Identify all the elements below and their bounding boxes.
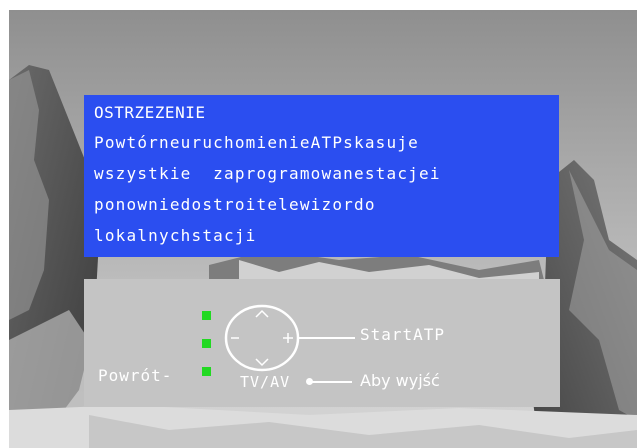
start-atp-label: StartATP: [360, 325, 446, 344]
warning-message-line-1: PowtórneuruchomienieATPskasuje: [94, 133, 419, 152]
warning-dialog: OSTRZEZENIE PowtórneuruchomienieATPskasu…: [84, 95, 559, 257]
warning-message-line-3: ponowniedostroitelewizordo: [94, 195, 376, 214]
indicator-icon-bottom: [202, 367, 211, 376]
indicator-icon-middle: [202, 339, 211, 348]
warning-message-line-4: lokalnychstacji: [94, 226, 257, 245]
tv-av-label: TV/AV: [240, 373, 291, 391]
start-connector-line: [297, 337, 355, 339]
exit-connector-line: [310, 381, 352, 383]
down-arrow-icon: [255, 358, 269, 367]
back-label: Powrót-: [98, 366, 173, 385]
remote-control-guide: StartATP Powrót- TV/AV Aby wyjść: [84, 279, 560, 407]
indicator-icon-top: [202, 311, 211, 320]
warning-message-line-2: wszystkie zaprogramowanestacjei: [94, 164, 441, 183]
remote-dpad-icon: [224, 304, 300, 372]
exit-label: Aby wyjść: [360, 371, 440, 390]
tv-screen: OSTRZEZENIE PowtórneuruchomienieATPskasu…: [9, 10, 637, 448]
up-arrow-icon: [255, 309, 269, 318]
warning-title: OSTRZEZENIE: [94, 103, 206, 122]
